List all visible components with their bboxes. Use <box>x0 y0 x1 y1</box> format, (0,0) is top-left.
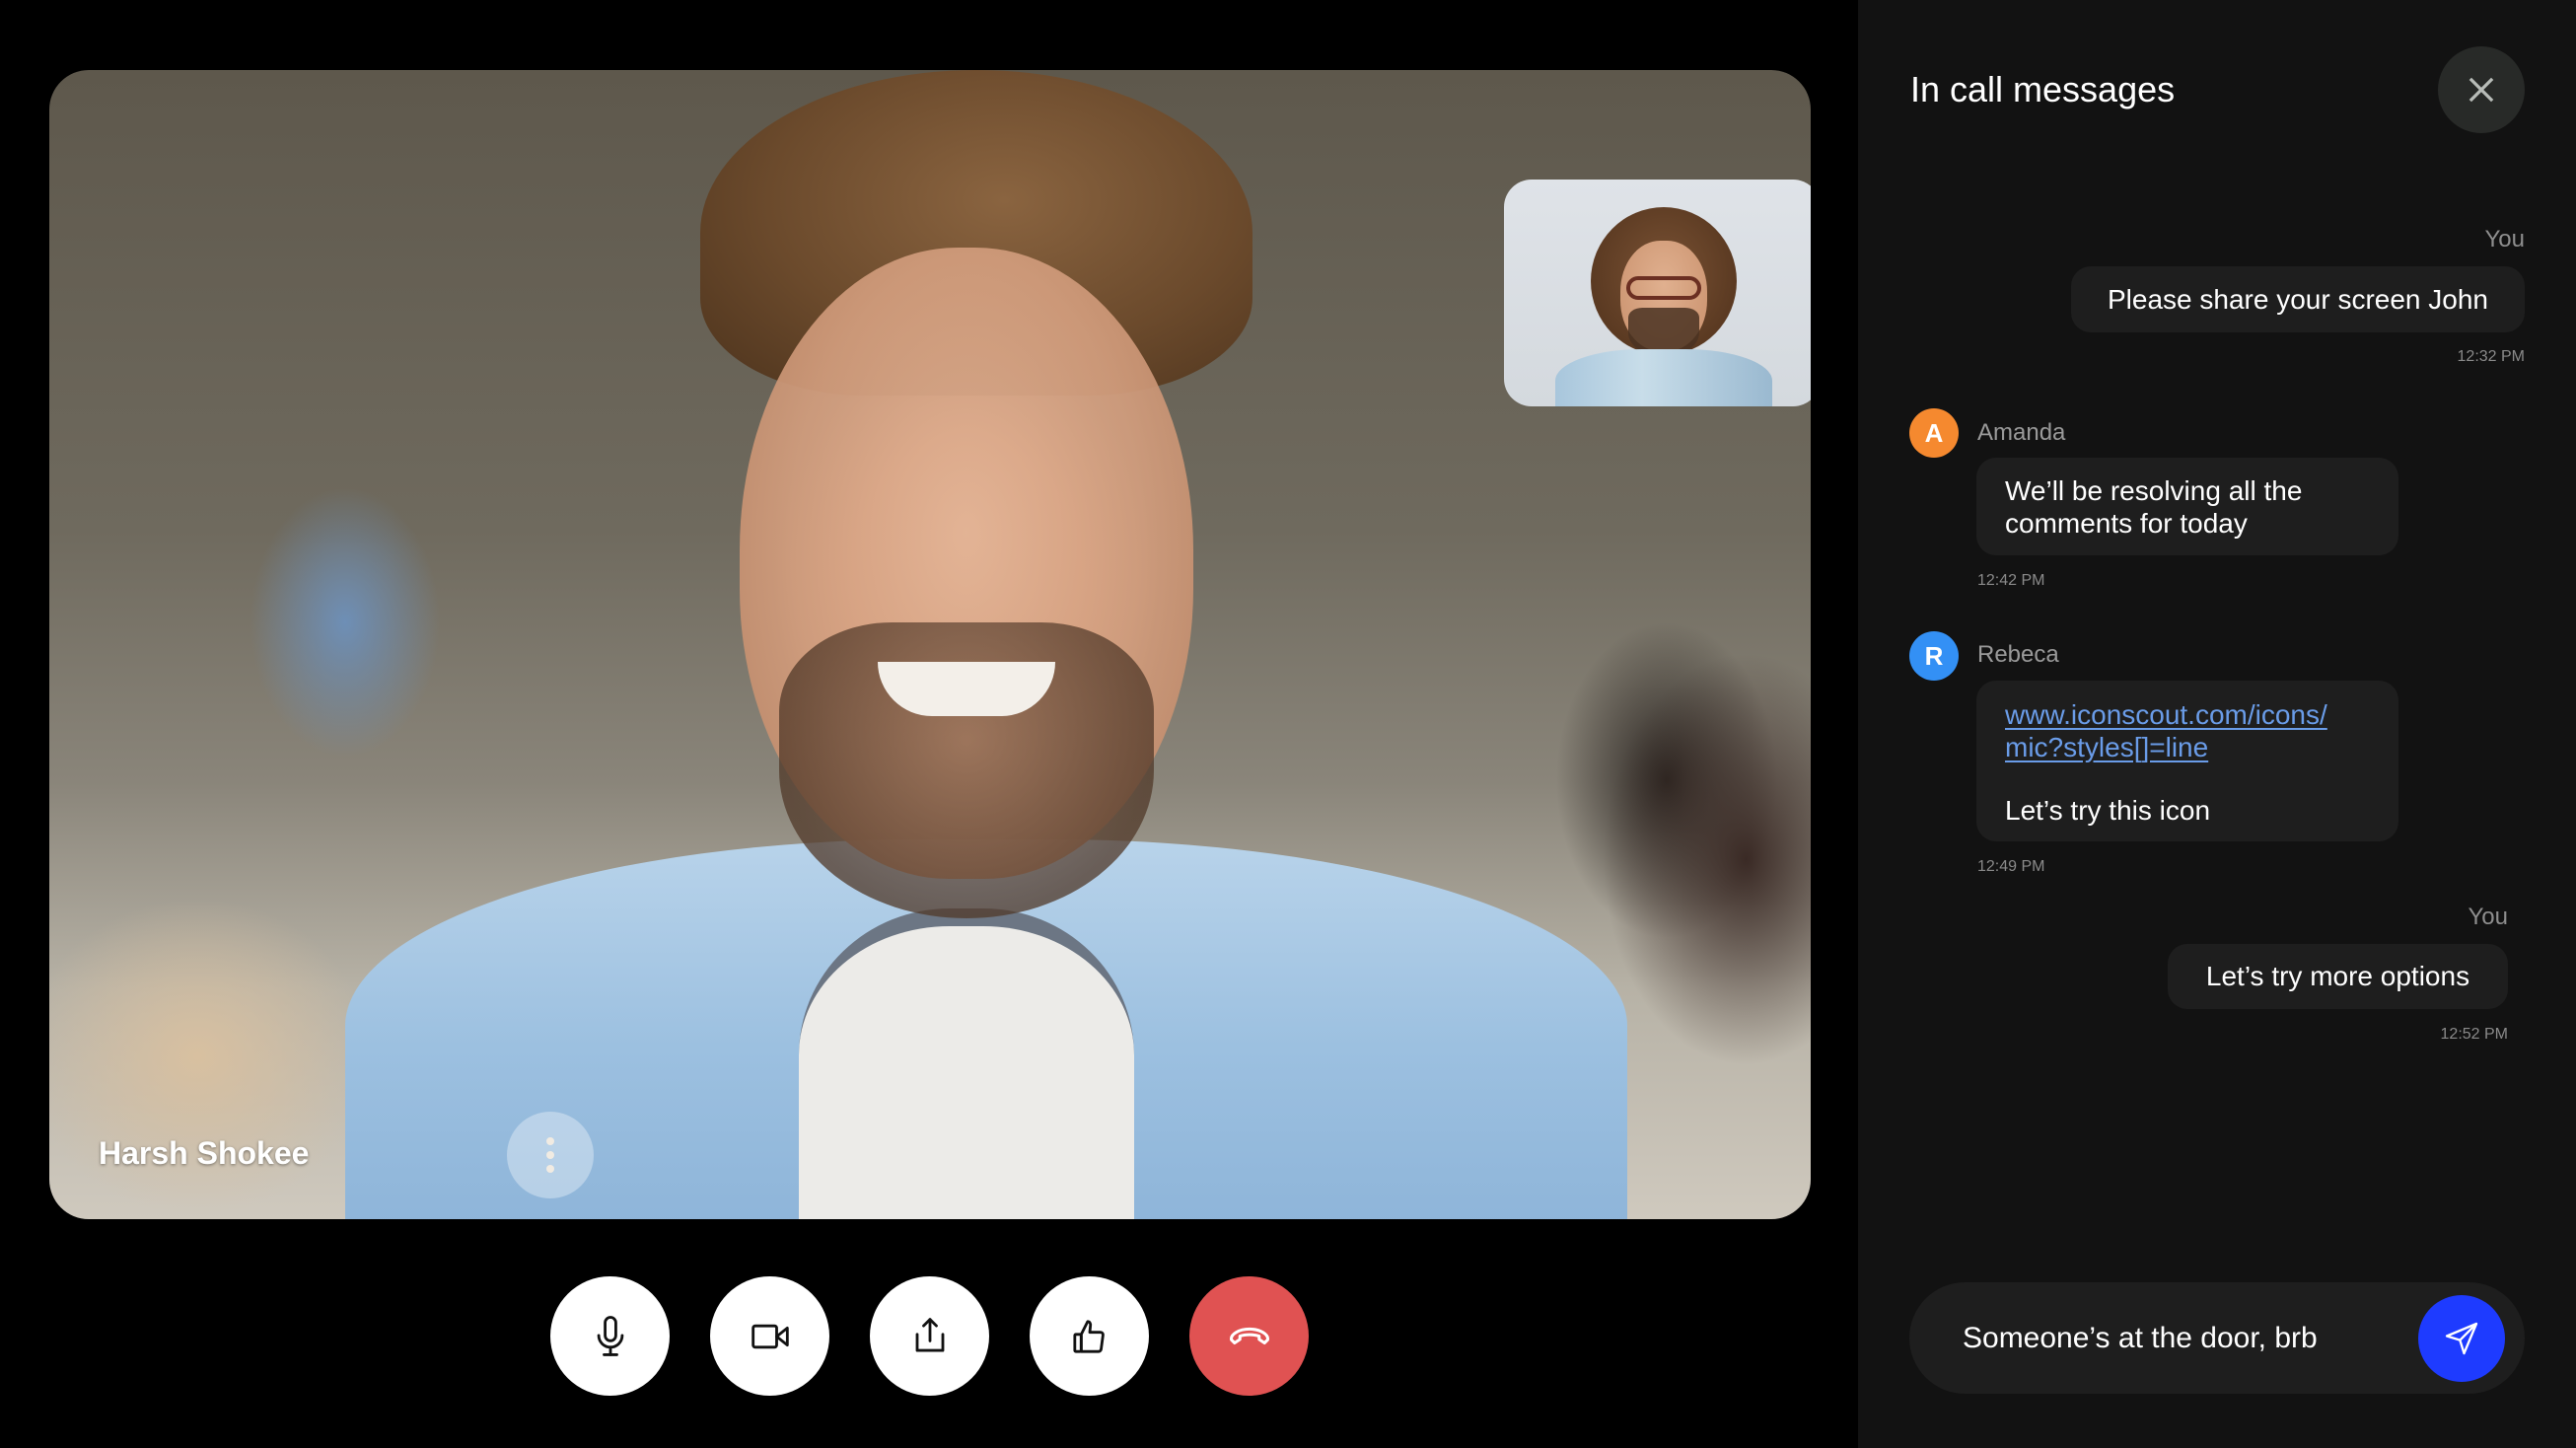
close-icon <box>2469 77 2494 103</box>
main-video-feed <box>49 70 1811 1219</box>
more-vertical-icon-dot <box>546 1165 554 1173</box>
message-sender: You <box>2468 904 2509 930</box>
message-sender: You <box>2484 226 2526 253</box>
message-bubble-outgoing: Let’s try more options <box>2168 944 2508 1009</box>
self-view-shirt <box>1555 349 1772 406</box>
message-link-line: mic?styles[]=line <box>2005 732 2209 762</box>
more-vertical-icon-dot <box>546 1151 554 1159</box>
message-sender: Rebeca <box>1977 641 2059 668</box>
message-input[interactable] <box>1963 1282 2397 1394</box>
message-bubble-incoming: We’ll be resolving all the comments for … <box>1976 458 2398 555</box>
avatar-amanda: A <box>1909 408 1959 458</box>
participant-name-label: Harsh Shokee <box>99 1135 310 1171</box>
send-button[interactable] <box>2418 1295 2505 1382</box>
message-timestamp: 12:32 PM <box>2457 348 2525 365</box>
video-participant-smile <box>878 662 1055 716</box>
camera-button[interactable] <box>710 1276 829 1396</box>
avatar-rebeca: R <box>1909 631 1959 681</box>
message-bubble-incoming: www.iconscout.com/icons/ mic?styles[]=li… <box>1976 681 2398 841</box>
self-view-glasses <box>1626 276 1701 300</box>
more-vertical-icon-dot <box>546 1137 554 1145</box>
message-link[interactable]: www.iconscout.com/icons/ mic?styles[]=li… <box>2005 698 2370 763</box>
message-sender: Amanda <box>1977 419 2066 446</box>
message-link-line: www.iconscout.com/icons/ <box>2005 699 2327 730</box>
video-camera-icon <box>751 1324 789 1348</box>
phone-hangup-icon <box>1229 1327 1269 1344</box>
message-bubble-outgoing: Please share your screen John <box>2071 266 2525 332</box>
more-options-button[interactable] <box>507 1112 594 1198</box>
send-icon <box>2445 1322 2478 1355</box>
share-upload-icon <box>915 1317 944 1351</box>
microphone-icon <box>597 1315 623 1356</box>
react-button[interactable] <box>1030 1276 1149 1396</box>
video-call-screen: Harsh Shokee In call messages You Please… <box>0 0 2576 1448</box>
message-text: Let’s try this icon <box>2005 795 2211 826</box>
thumbs-up-icon <box>1072 1319 1105 1353</box>
call-controls <box>550 1276 1309 1396</box>
message-timestamp: 12:42 PM <box>1977 572 2045 589</box>
share-screen-button[interactable] <box>870 1276 989 1396</box>
self-view-thumbnail[interactable] <box>1504 180 1811 406</box>
message-timestamp: 12:52 PM <box>2440 1026 2508 1043</box>
end-call-button[interactable] <box>1189 1276 1309 1396</box>
message-composer <box>1909 1282 2525 1394</box>
message-timestamp: 12:49 PM <box>1977 858 2045 875</box>
chat-panel: In call messages You Please share your s… <box>1858 0 2576 1448</box>
video-participant-tee <box>799 908 1134 1219</box>
chat-panel-title: In call messages <box>1910 69 2176 109</box>
mic-button[interactable] <box>550 1276 670 1396</box>
close-chat-button[interactable] <box>2438 46 2525 133</box>
